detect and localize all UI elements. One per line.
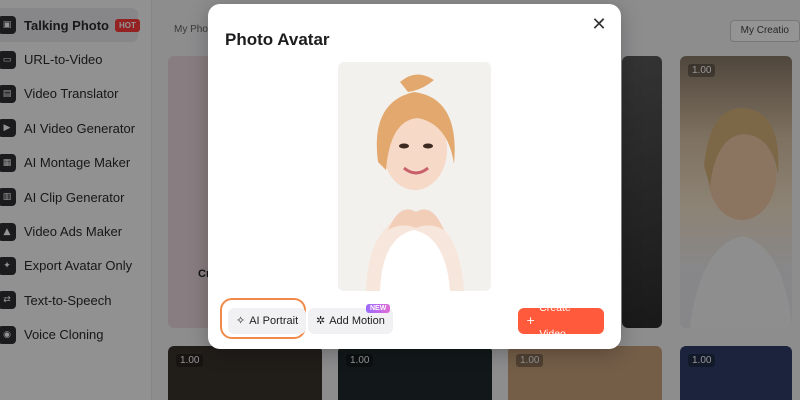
- close-icon[interactable]: ✕: [589, 14, 609, 34]
- ai-portrait-button[interactable]: ✧ AI Portrait: [228, 308, 307, 334]
- portrait-illustration: [338, 62, 491, 291]
- create-video-button[interactable]: + Create Video: [518, 302, 604, 340]
- ai-portrait-label: AI Portrait: [249, 315, 299, 327]
- modal-title: Photo Avatar: [225, 30, 330, 49]
- motion-icon: ✲: [316, 314, 326, 327]
- photo-avatar-modal: Photo Avatar ✕ ✧ AI Portrait ✲ Add Motio…: [208, 4, 621, 349]
- plus-icon: +: [526, 314, 536, 327]
- new-badge: NEW: [366, 304, 391, 313]
- avatar-photo: [338, 62, 491, 291]
- create-video-label: Create Video: [539, 302, 571, 340]
- sparkle-icon: ✧: [236, 314, 246, 327]
